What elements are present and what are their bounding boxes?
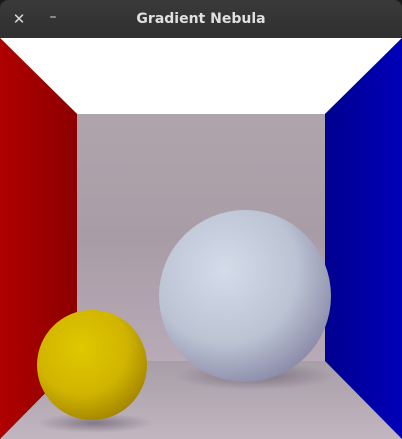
app-window: ✕ – Gradient Nebula <box>0 0 402 439</box>
cornell-box-render <box>0 38 402 439</box>
title-bar[interactable]: ✕ – Gradient Nebula <box>0 0 402 38</box>
window-title: Gradient Nebula <box>136 11 266 27</box>
large-sphere <box>159 210 331 382</box>
render-viewport <box>0 38 402 439</box>
small-sphere <box>37 310 147 420</box>
